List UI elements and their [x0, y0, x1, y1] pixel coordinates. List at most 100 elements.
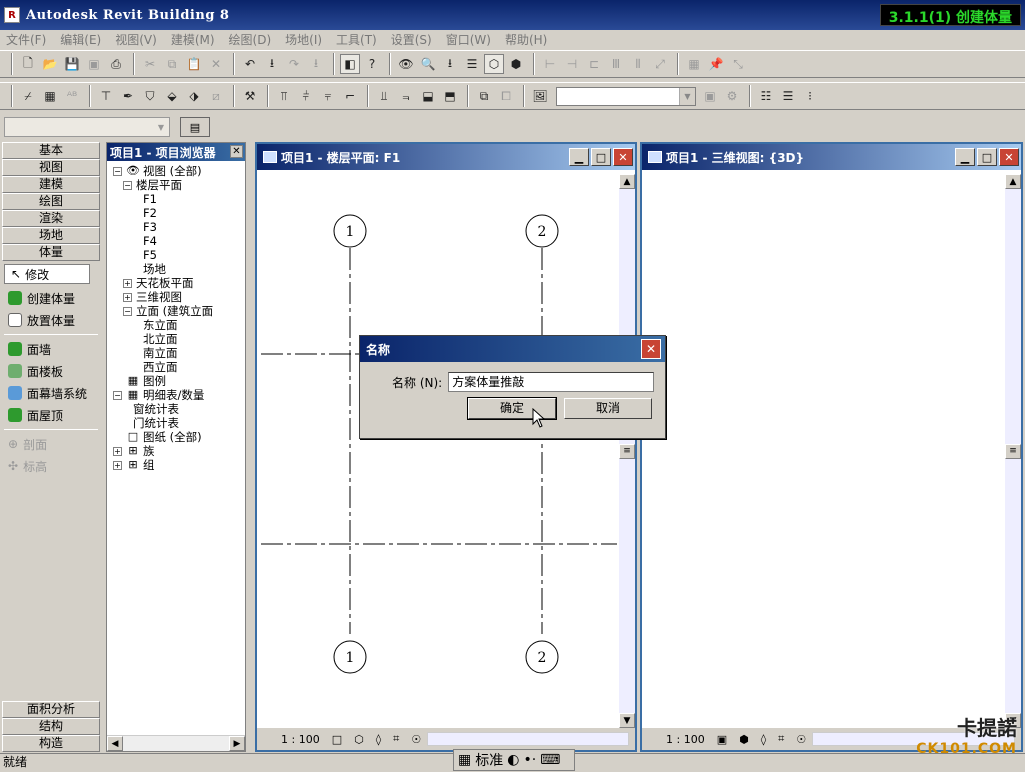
element-props-icon[interactable]: ⬓: [418, 86, 438, 106]
shading-icon[interactable]: ⬢: [506, 54, 526, 74]
spell-check-icon[interactable]: ᴬᴮ: [62, 86, 82, 106]
tree-node[interactable]: F4: [113, 234, 245, 248]
room-icon[interactable]: ⬗: [184, 86, 204, 106]
section-button[interactable]: ⊕ 剖面: [2, 433, 100, 455]
tree-node[interactable]: 场地: [113, 262, 245, 276]
offset-icon[interactable]: Ⅲ: [606, 54, 626, 74]
tab-rendering[interactable]: 渲染: [2, 210, 100, 227]
scroll-up-icon[interactable]: ▲: [619, 174, 635, 189]
level-icon[interactable]: ⊤: [96, 86, 116, 106]
link-icon[interactable]: ⧉: [474, 86, 494, 106]
save-all-icon[interactable]: ▣: [84, 54, 104, 74]
menu-tools[interactable]: 工具(T): [336, 31, 377, 48]
scroll-thumb[interactable]: ≡: [619, 443, 635, 459]
tree-node[interactable]: F3: [113, 220, 245, 234]
3d-view-window[interactable]: 项目1 - 三维视图: {3D} ▁ □ ✕ ▲ ≡ ▼ 1 : 100 ▣ ⬢…: [640, 142, 1023, 752]
collapse-icon[interactable]: −: [123, 306, 132, 316]
open-file-icon[interactable]: 📂: [40, 54, 60, 74]
render-icon[interactable]: ▣: [700, 86, 720, 106]
undo-icon[interactable]: ↶: [240, 54, 260, 74]
expand-icon[interactable]: +: [113, 446, 122, 456]
scroll-right-icon[interactable]: ▶: [229, 736, 245, 751]
zoom-dropdown-icon[interactable]: ⭳: [440, 54, 460, 74]
tree-node[interactable]: F2: [113, 206, 245, 220]
tab-site[interactable]: 场地: [2, 227, 100, 244]
3d-view-canvas[interactable]: [646, 174, 1003, 728]
view-eye-icon[interactable]: 👁: [396, 54, 416, 74]
menu-edit[interactable]: 编辑(E): [60, 31, 101, 48]
shadows-icon[interactable]: ◊: [761, 733, 766, 746]
type-props-icon[interactable]: ⬒: [440, 86, 460, 106]
workset-icon[interactable]: ⫫: [374, 86, 394, 106]
tag-all-icon[interactable]: ⫩: [296, 86, 316, 106]
tab-construction[interactable]: 构造: [2, 735, 100, 752]
tab-modeling[interactable]: 建模: [2, 176, 100, 193]
model-graphics-icon[interactable]: ⬡: [354, 733, 364, 746]
modify-button[interactable]: ↖ 修改: [4, 264, 90, 284]
tree-node[interactable]: − 立面 (建筑立面: [113, 304, 245, 318]
trim-icon[interactable]: ⊏: [584, 54, 604, 74]
floor-by-face-button[interactable]: 面楼板: [2, 360, 100, 382]
resize-icon[interactable]: ⤢: [650, 54, 670, 74]
keynote-icon[interactable]: ⫧: [318, 86, 338, 106]
align-icon[interactable]: ⊢: [540, 54, 560, 74]
tree-node[interactable]: 窗统计表: [113, 402, 245, 416]
list-outdent-icon[interactable]: ⁝: [800, 86, 820, 106]
hide-isolate-icon[interactable]: ☉: [796, 733, 806, 746]
close-icon[interactable]: ✕: [613, 148, 633, 166]
scroll-left-icon[interactable]: ◀: [107, 736, 123, 751]
tab-massing[interactable]: 体量: [2, 244, 100, 261]
menu-drafting[interactable]: 绘图(D): [229, 31, 272, 48]
tab-view[interactable]: 视图: [2, 159, 100, 176]
dimension-icon[interactable]: ⌿: [18, 86, 38, 106]
tab-drafting[interactable]: 绘图: [2, 193, 100, 210]
settings-icon[interactable]: ⚙: [722, 86, 742, 106]
pin-icon[interactable]: 📌: [706, 54, 726, 74]
scroll-thumb[interactable]: ≡: [1005, 443, 1021, 459]
tab-basics[interactable]: 基本: [2, 142, 100, 159]
close-icon[interactable]: ✕: [230, 145, 243, 158]
expand-icon[interactable]: +: [123, 278, 132, 288]
shadows-icon[interactable]: ◊: [376, 733, 381, 746]
model-graphics-icon[interactable]: ⬢: [739, 733, 749, 746]
expand-icon[interactable]: +: [113, 460, 122, 470]
toolbar-grip[interactable]: [11, 53, 13, 75]
delete-icon[interactable]: ✕: [206, 54, 226, 74]
hide-isolate-icon[interactable]: ☉: [411, 733, 421, 746]
cancel-button[interactable]: 取消: [564, 398, 652, 419]
layer-dropdown[interactable]: ▼: [556, 86, 696, 106]
menu-modeling[interactable]: 建模(M): [171, 31, 215, 48]
grid-icon[interactable]: ▦: [40, 86, 60, 106]
scroll-down-icon[interactable]: ▼: [619, 713, 635, 728]
whats-this-help-icon[interactable]: ?: [362, 54, 382, 74]
tree-node[interactable]: 东立面: [113, 318, 245, 332]
image-icon[interactable]: 🖼: [530, 86, 550, 106]
maximize-icon[interactable]: □: [591, 148, 611, 166]
detail-level-icon[interactable]: ▣: [717, 733, 727, 746]
design-options-icon[interactable]: ⫬: [396, 86, 416, 106]
print-icon[interactable]: ⎙: [106, 54, 126, 74]
menu-site[interactable]: 场地(I): [285, 31, 322, 48]
tree-node[interactable]: 门统计表: [113, 416, 245, 430]
maximize-icon[interactable]: □: [977, 148, 997, 166]
tree-node[interactable]: − ▦ 明细表/数量: [113, 388, 245, 402]
tag-icon[interactable]: ⫪: [274, 86, 294, 106]
close-icon[interactable]: ✕: [999, 148, 1019, 166]
menu-view[interactable]: 视图(V): [115, 31, 157, 48]
roof-by-face-button[interactable]: 面屋顶: [2, 404, 100, 426]
tab-structural[interactable]: 结构: [2, 718, 100, 735]
view-scale[interactable]: 1 : 100: [281, 733, 320, 746]
save-icon[interactable]: 💾: [62, 54, 82, 74]
expand-icon[interactable]: +: [123, 292, 132, 302]
group-icon[interactable]: ▦: [684, 54, 704, 74]
demolish-icon[interactable]: ⬙: [162, 86, 182, 106]
copy-icon[interactable]: ⧉: [162, 54, 182, 74]
moon-icon[interactable]: ◐: [507, 752, 519, 768]
crop-icon[interactable]: ⌗: [778, 732, 784, 746]
tree-node[interactable]: F1: [113, 192, 245, 206]
hammer-icon[interactable]: ⚒: [240, 86, 260, 106]
tree-node[interactable]: − 楼层平面: [113, 178, 245, 192]
thin-lines-icon[interactable]: ☰: [462, 54, 482, 74]
paste-icon[interactable]: 📋: [184, 54, 204, 74]
properties-icon[interactable]: ▤: [180, 117, 210, 137]
